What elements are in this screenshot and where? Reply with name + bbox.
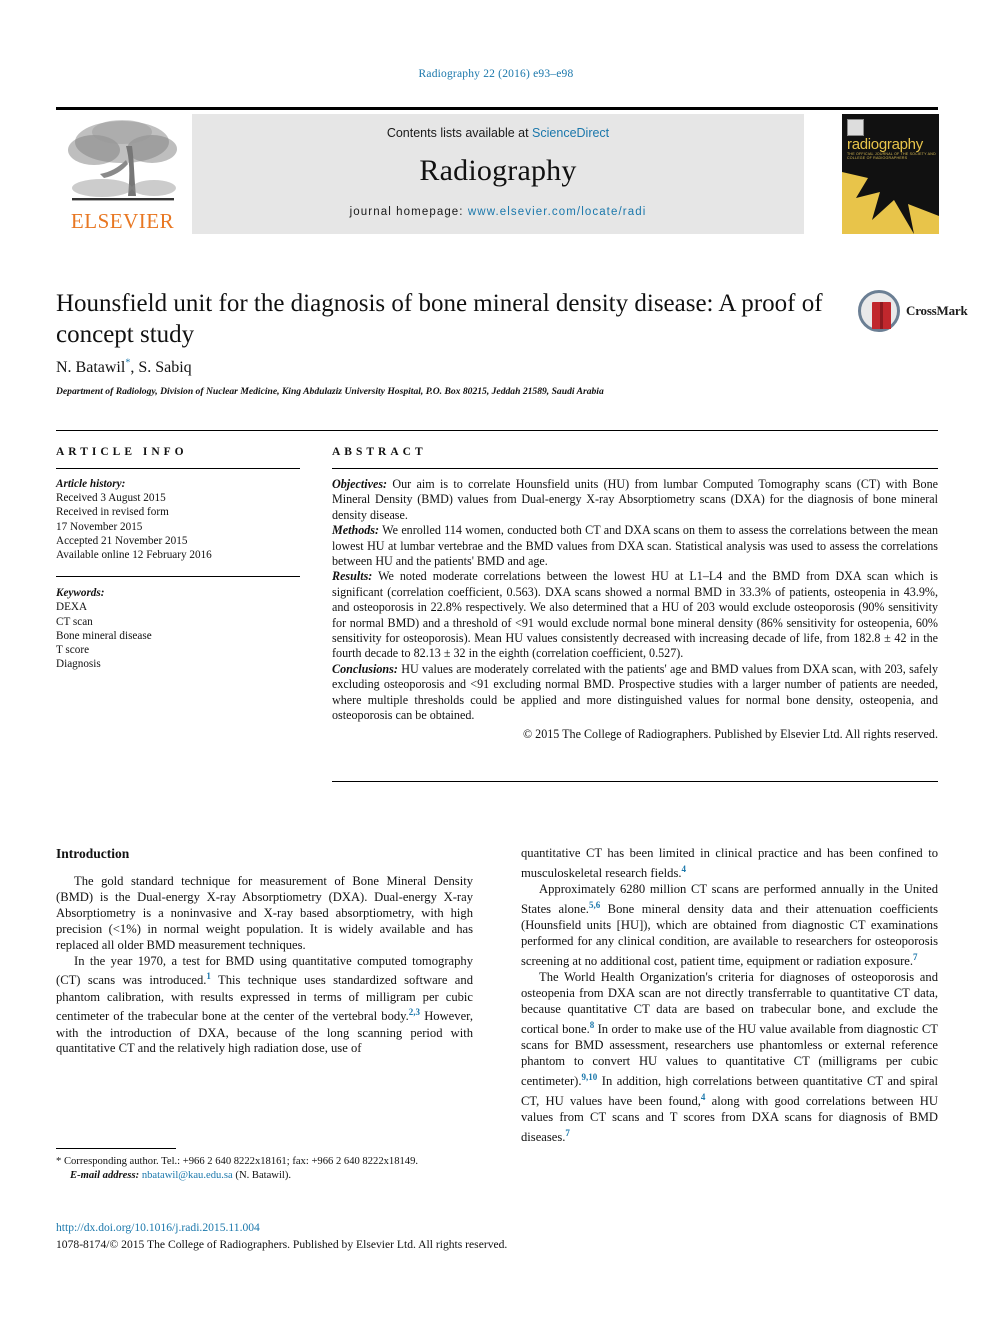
crossmark-circle-icon <box>858 290 900 332</box>
abstract-section-text: We enrolled 114 women, conducted both CT… <box>332 523 938 569</box>
reference-marker[interactable]: 4 <box>701 1092 706 1102</box>
author-list: N. Batawil*, S. Sabiq <box>56 358 756 377</box>
abstract-copyright: © 2015 The College of Radiographers. Pub… <box>522 726 938 741</box>
abstract-section: Conclusions: HU values are moderately co… <box>332 662 938 724</box>
article-info-column: ARTICLE INFO Article history: Received 3… <box>56 446 300 671</box>
abstract-section: Results: We noted moderate correlations … <box>332 569 938 661</box>
author-names: N. Batawil*, S. Sabiq <box>56 358 192 377</box>
body-column-left: Introduction The gold standard technique… <box>56 846 473 1057</box>
abstract-column: ABSTRACT Objectives: Our aim is to corre… <box>332 446 938 742</box>
reference-marker[interactable]: 2,3 <box>409 1007 420 1017</box>
homepage-prefix: journal homepage: <box>349 206 468 218</box>
reference-marker[interactable]: 4 <box>682 864 687 874</box>
corresponding-author-footnote: * Corresponding author. Tel.: +966 2 640… <box>56 1148 473 1182</box>
reference-marker[interactable]: 7 <box>565 1128 570 1138</box>
reference-marker[interactable]: 5,6 <box>589 900 600 910</box>
cover-art: radiography THE OFFICIAL JOURNAL OF THE … <box>842 114 939 234</box>
footnote-divider <box>56 1148 176 1149</box>
journal-masthead: ELSEVIER Contents lists available at Sci… <box>56 107 939 235</box>
keyword-item: Diagnosis <box>56 658 101 671</box>
abstract-section-label: Methods: <box>332 523 380 538</box>
reference-marker[interactable]: 8 <box>590 1020 595 1030</box>
journal-homepage-line: journal homepage: www.elsevier.com/locat… <box>192 206 804 218</box>
keyword-item: Bone mineral disease <box>56 629 152 642</box>
abstract-heading: ABSTRACT <box>332 446 427 458</box>
issn-copyright-line: 1078-8174/© 2015 The College of Radiogra… <box>56 1238 508 1251</box>
band-bottom-divider <box>332 781 938 782</box>
body-column-right: quantitative CT has been limited in clin… <box>521 846 938 1146</box>
crossmark-badge[interactable]: CrossMark <box>858 288 968 334</box>
body-paragraph: Approximately 6280 million CT scans are … <box>521 882 938 968</box>
abstract-section-text: HU values are moderately correlated with… <box>332 661 938 723</box>
journal-cover-thumbnail: radiography THE OFFICIAL JOURNAL OF THE … <box>842 114 939 234</box>
publisher-name: ELSEVIER <box>70 209 175 233</box>
abstract-section-text: Our aim is to correlate Hounsfield units… <box>332 477 938 522</box>
abstract-section-label: Conclusions: <box>332 661 398 676</box>
abstract-section: Methods: We enrolled 114 women, conducte… <box>332 523 938 569</box>
cover-society-mark-icon <box>847 119 864 136</box>
crossmark-label: CrossMark <box>906 303 968 318</box>
paper-page: Radiography 22 (2016) e93–e98 ELSEVIER C… <box>0 0 992 1323</box>
contents-prefix: Contents lists available at <box>386 126 533 140</box>
sciencedirect-link[interactable]: ScienceDirect <box>532 126 609 140</box>
body-paragraph: quantitative CT has been limited in clin… <box>521 846 938 881</box>
history-item: Accepted 21 November 2015 <box>56 534 188 547</box>
history-item: Available online 12 February 2016 <box>56 549 212 562</box>
journal-title: Radiography <box>419 154 577 187</box>
abstract-section-text: We noted moderate correlations between t… <box>332 569 938 661</box>
cover-star-shape-icon <box>842 162 939 234</box>
band-top-divider <box>56 430 938 431</box>
abstract-section: Objectives: Our aim is to correlate Houn… <box>332 477 938 523</box>
email-label: E-mail address: <box>70 1169 140 1181</box>
abstract-section-label: Results: <box>332 569 373 584</box>
history-item: Received 3 August 2015 <box>56 492 166 505</box>
keywords-label: Keywords: <box>56 587 105 600</box>
article-info-heading: ARTICLE INFO <box>56 446 188 458</box>
section-heading-introduction: Introduction <box>56 846 130 861</box>
article-history-label: Article history: <box>56 478 126 490</box>
footnote-email-line: E-mail address: nbatawil@kau.edu.sa (N. … <box>56 1169 473 1183</box>
crossmark-book-icon <box>872 302 891 329</box>
masthead-center-panel: Contents lists available at ScienceDirec… <box>192 114 804 234</box>
corresponding-author-marker[interactable]: * <box>125 358 130 369</box>
body-paragraph: In the year 1970, a test for BMD using q… <box>56 953 473 1056</box>
article-info-divider <box>56 468 300 469</box>
abstract-section-label: Objectives: <box>332 477 388 491</box>
elsevier-tree-icon <box>64 116 182 211</box>
publisher-logo: ELSEVIER <box>56 114 189 234</box>
reference-marker[interactable]: 7 <box>913 952 918 962</box>
journal-homepage-link[interactable]: www.elsevier.com/locate/radi <box>468 206 646 218</box>
reference-marker[interactable]: 1 <box>206 971 211 981</box>
keywords-block: Keywords: DEXA CT scan Bone mineral dise… <box>56 586 300 671</box>
history-item: 17 November 2015 <box>56 520 143 533</box>
affiliation: Department of Radiology, Division of Nuc… <box>56 386 604 397</box>
abstract-body: Objectives: Our aim is to correlate Houn… <box>332 477 938 742</box>
cover-subtitle-text: THE OFFICIAL JOURNAL OF THE SOCIETY AND … <box>847 152 936 160</box>
doi-link[interactable]: http://dx.doi.org/10.1016/j.radi.2015.11… <box>56 1221 656 1234</box>
keyword-item: CT scan <box>56 615 93 628</box>
article-history-block: Article history: Received 3 August 2015 … <box>56 477 300 562</box>
page-title: Hounsfield unit for the diagnosis of bon… <box>56 290 823 348</box>
keyword-item: DEXA <box>56 601 88 614</box>
keywords-divider <box>56 576 300 578</box>
email-link[interactable]: nbatawil@kau.edu.sa <box>142 1170 233 1181</box>
keyword-item: T score <box>56 644 90 657</box>
email-suffix: (N. Batawil). <box>232 1169 292 1181</box>
contents-list-line: Contents lists available at ScienceDirec… <box>192 126 804 140</box>
cover-title-text: radiography <box>847 136 923 153</box>
body-paragraph: The gold standard technique for measurem… <box>56 874 473 952</box>
reference-marker[interactable]: 9,10 <box>582 1072 598 1082</box>
footnote-corresponding-line: * Corresponding author. Tel.: +966 2 640… <box>56 1156 419 1167</box>
running-head: Radiography 22 (2016) e93–e98 <box>418 68 574 80</box>
abstract-divider <box>332 468 938 469</box>
history-item: Received in revised form <box>56 506 169 519</box>
body-paragraph: The World Health Organization's criteria… <box>521 969 938 1144</box>
